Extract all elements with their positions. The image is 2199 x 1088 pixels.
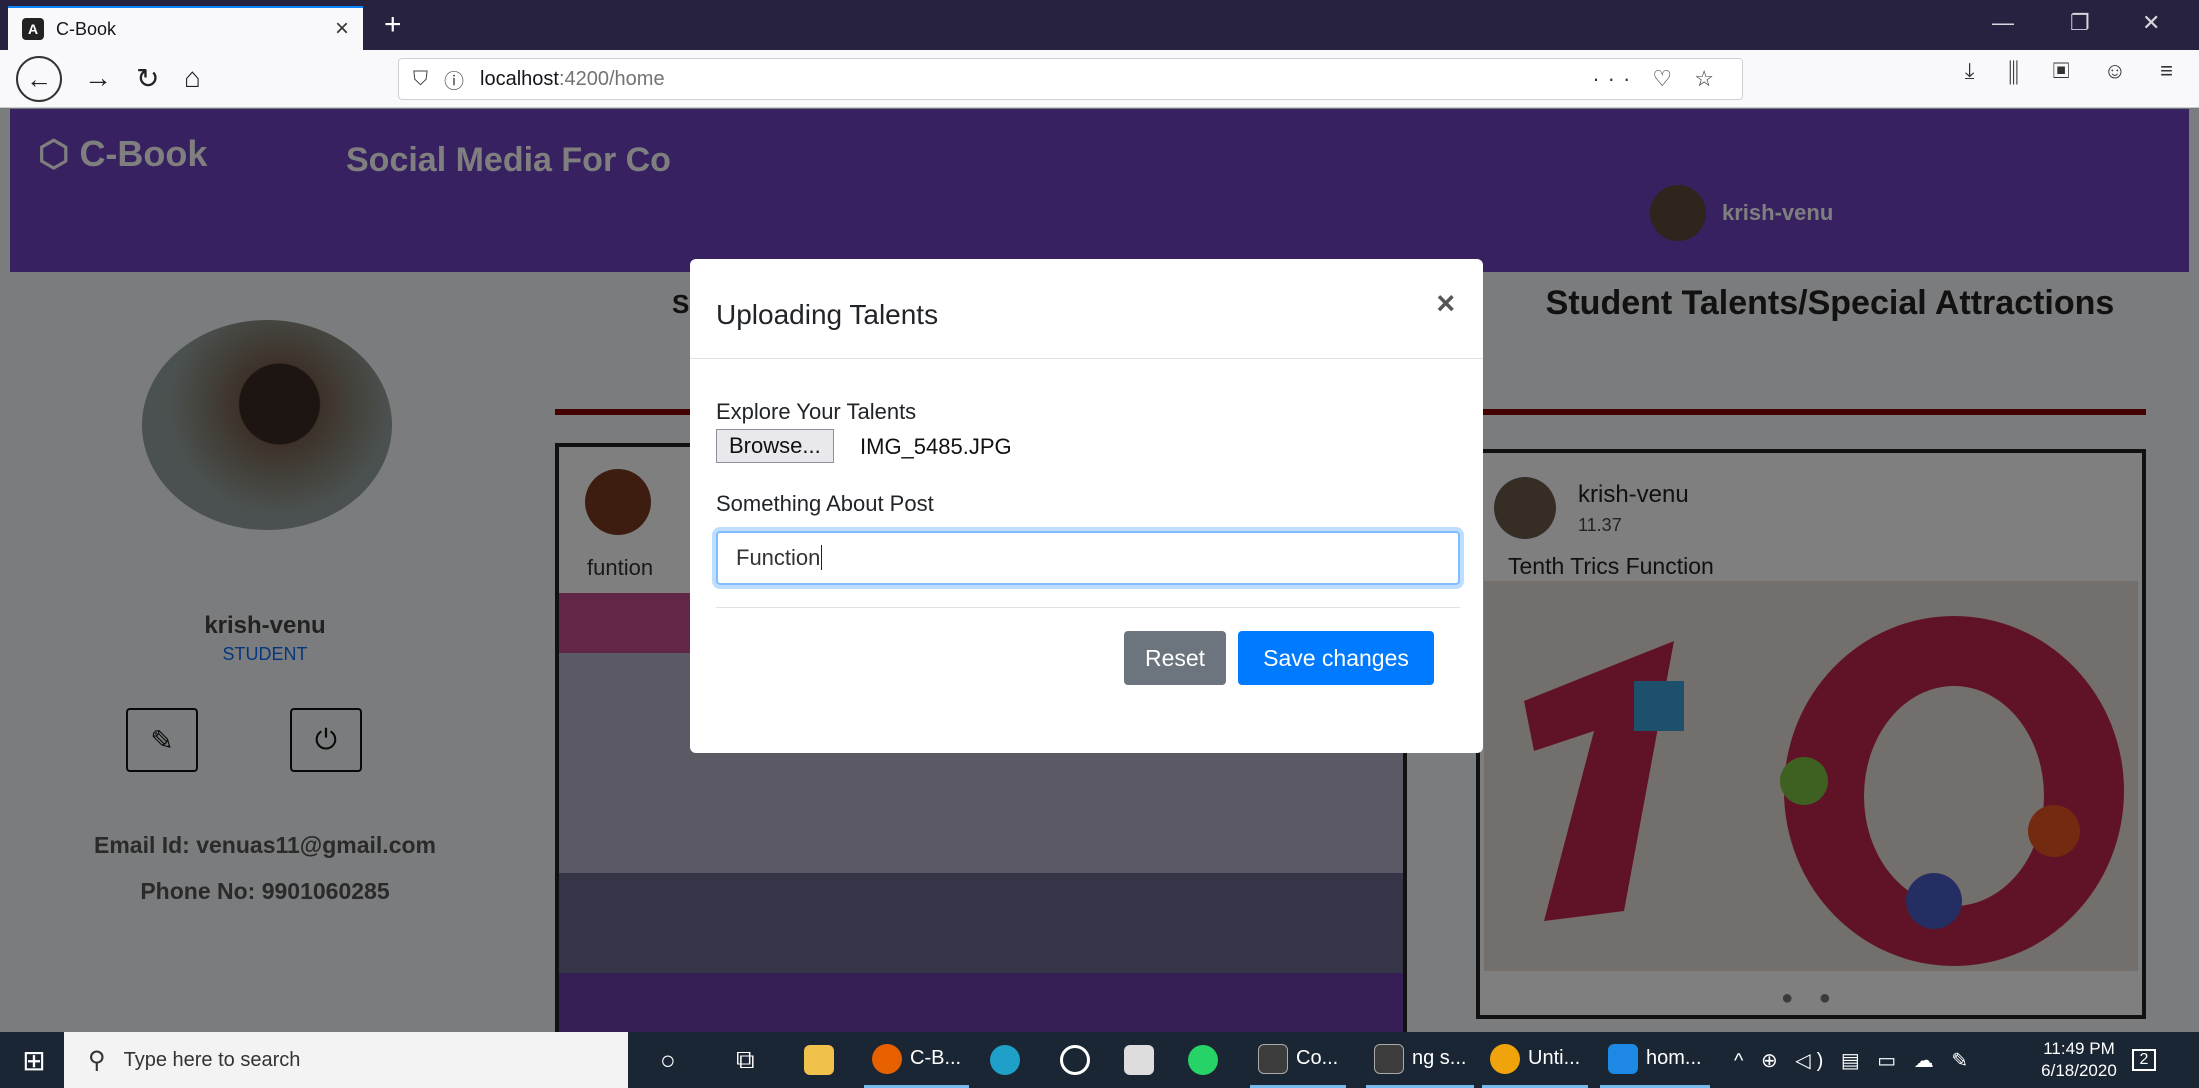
post-description-value: Function — [736, 545, 821, 570]
start-icon[interactable]: ⊞ — [14, 1032, 54, 1088]
taskbar-app-label: ng s... — [1412, 1047, 1467, 1069]
tab-title: C-Book — [56, 18, 117, 39]
info-icon: ⓘ — [444, 70, 464, 93]
taskbar-app-label: hom... — [1646, 1047, 1702, 1069]
search-placeholder: Type here to search — [123, 1048, 301, 1071]
modal-divider — [716, 607, 1460, 608]
minimize-icon[interactable]: — — [1992, 10, 2014, 36]
clock-time: 11:49 PM — [2043, 1039, 2115, 1058]
shield-icon: ⛉ — [413, 67, 428, 90]
modal-close-icon[interactable]: × — [1436, 285, 1455, 322]
taskbar-app-label: C-B... — [910, 1047, 962, 1069]
search-icon: ⚲ — [88, 1046, 106, 1074]
notification-icon[interactable]: 2 — [2122, 1032, 2166, 1088]
taskbar-app-label: Unti... — [1528, 1047, 1581, 1069]
file-explorer-icon[interactable] — [804, 1032, 842, 1088]
forward-button[interactable]: → — [84, 62, 112, 94]
url-bar[interactable]: ⛉ ⓘ localhost:4200/home ··· ♡ ☆ — [398, 58, 1743, 100]
angular-favicon-icon: A — [22, 18, 44, 40]
notification-count: 2 — [2131, 1049, 2157, 1071]
page-content: ⬡ C-Book Social Media For Co krish-venu … — [0, 109, 2199, 1032]
windows-taskbar: ⊞ ⚲ Type here to search ○ ⧉ C-B... Co...… — [0, 1032, 2199, 1088]
chrome-like-icon[interactable] — [1060, 1032, 1098, 1088]
firefox-icon — [872, 1043, 902, 1074]
browser-tab-bar: A C-Book × + — ❐ ✕ — [0, 0, 2199, 50]
cortana-icon[interactable]: ○ — [660, 1032, 676, 1088]
taskbar-app-label: Co... — [1296, 1047, 1339, 1069]
task-view-icon[interactable]: ⧉ — [736, 1032, 755, 1088]
selected-file-name: IMG_5485.JPG — [860, 434, 1012, 459]
modal-title: Uploading Talents — [716, 299, 939, 330]
home-button[interactable]: ⌂ — [184, 62, 201, 94]
modal-header: Uploading Talents × — [690, 259, 1483, 359]
taskbar-app-firefox[interactable]: C-B... — [864, 1032, 970, 1088]
file-label: Explore Your Talents — [716, 399, 917, 424]
clock-date: 6/18/2020 — [2041, 1061, 2117, 1080]
url-path: :4200/home — [558, 67, 665, 90]
restore-icon[interactable]: ❐ — [2070, 10, 2090, 36]
url-actions[interactable]: ··· ♡ ☆ — [1592, 66, 1722, 92]
taskbar-clock[interactable]: 11:49 PM 6/18/2020 — [2029, 1032, 2129, 1088]
taskbar-search[interactable]: ⚲ Type here to search — [64, 1032, 628, 1088]
close-window-icon[interactable]: ✕ — [2142, 10, 2160, 36]
browser-nav-bar: ← → ↻ ⌂ ⛉ ⓘ localhost:4200/home ··· ♡ ☆ … — [0, 50, 2199, 108]
whatsapp-icon[interactable] — [1188, 1032, 1226, 1088]
tab-close-icon[interactable]: × — [335, 15, 349, 43]
url-host: localhost — [480, 67, 559, 90]
browse-button[interactable]: Browse... — [716, 429, 834, 463]
post-label: Something About Post — [716, 491, 934, 516]
taskbar-app-terminal-2[interactable]: ng s... — [1366, 1032, 1475, 1088]
taskbar-app-paint[interactable]: Unti... — [1482, 1032, 1589, 1088]
reload-button[interactable]: ↻ — [136, 62, 159, 95]
new-tab-button[interactable]: + — [384, 8, 402, 42]
toolbar-icons[interactable]: ⤓ ⫼ ▣ ☺ ≡ — [1965, 58, 2187, 84]
browser-tab[interactable]: A C-Book × — [8, 6, 363, 50]
upload-talents-modal: Uploading Talents × Explore Your Talents… — [690, 259, 1483, 753]
post-description-input[interactable]: Function — [716, 531, 1460, 585]
edge-icon[interactable] — [990, 1032, 1028, 1088]
save-changes-button[interactable]: Save changes — [1238, 631, 1434, 685]
taskbar-app-terminal-1[interactable]: Co... — [1250, 1032, 1347, 1088]
system-tray[interactable]: ^ ⊕ ◁) ▤ ▭ ☁ ✎ — [1734, 1032, 1974, 1088]
mail-icon[interactable] — [1124, 1032, 1162, 1088]
reset-button[interactable]: Reset — [1124, 631, 1226, 685]
back-button[interactable]: ← — [16, 56, 62, 102]
taskbar-app-vscode[interactable]: hom... — [1600, 1032, 1710, 1088]
